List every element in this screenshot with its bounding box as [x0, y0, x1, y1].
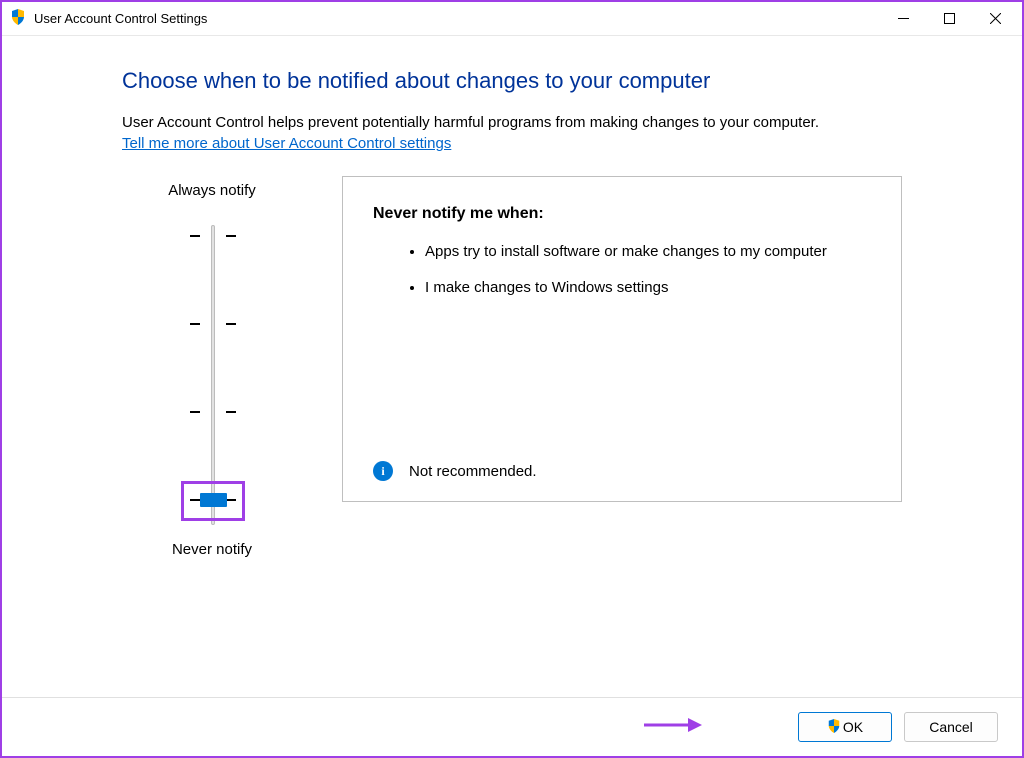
notification-info-box: Never notify me when: Apps try to instal… — [342, 176, 902, 502]
main-row: Always notify Never notify Nev — [122, 176, 962, 564]
slider-label-always: Always notify — [168, 182, 256, 199]
status-row: i Not recommended. — [373, 461, 871, 481]
slider-tick — [190, 323, 200, 325]
cancel-button[interactable]: Cancel — [904, 712, 998, 742]
title-bar: User Account Control Settings — [2, 2, 1022, 36]
info-bullet: Apps try to install software or make cha… — [425, 241, 871, 263]
ok-button[interactable]: OK — [798, 712, 892, 742]
slider-track — [211, 225, 215, 525]
learn-more-link[interactable]: Tell me more about User Account Control … — [122, 135, 962, 152]
close-icon — [990, 13, 1001, 24]
content-area: Choose when to be notified about changes… — [2, 36, 1022, 697]
maximize-icon — [944, 13, 955, 24]
status-text: Not recommended. — [409, 463, 537, 480]
page-heading: Choose when to be notified about changes… — [122, 68, 962, 94]
window-title: User Account Control Settings — [34, 11, 207, 26]
minimize-button[interactable] — [880, 3, 926, 35]
slider-tick — [226, 323, 236, 325]
slider-tick — [190, 411, 200, 413]
info-icon: i — [373, 461, 393, 481]
cancel-button-label: Cancel — [929, 719, 973, 735]
shield-icon — [10, 9, 26, 29]
footer-bar: OK Cancel — [2, 697, 1022, 756]
slider-label-never: Never notify — [172, 541, 252, 558]
slider-tick — [226, 411, 236, 413]
ok-button-label: OK — [843, 719, 863, 735]
annotation-arrow — [642, 715, 702, 739]
page-description: User Account Control helps prevent poten… — [122, 112, 962, 133]
slider-thumb[interactable] — [200, 493, 227, 507]
maximize-button[interactable] — [926, 3, 972, 35]
close-button[interactable] — [972, 3, 1018, 35]
slider-tick — [190, 235, 200, 237]
notification-slider[interactable] — [162, 215, 262, 535]
info-box-title: Never notify me when: — [373, 205, 871, 223]
info-bullet: I make changes to Windows settings — [425, 277, 871, 299]
uac-settings-window: User Account Control Settings Choose whe… — [0, 0, 1024, 758]
shield-icon — [827, 719, 841, 736]
info-bullet-list: Apps try to install software or make cha… — [373, 241, 871, 313]
slider-column: Always notify Never notify — [122, 176, 302, 564]
slider-tick — [226, 235, 236, 237]
minimize-icon — [898, 13, 909, 24]
